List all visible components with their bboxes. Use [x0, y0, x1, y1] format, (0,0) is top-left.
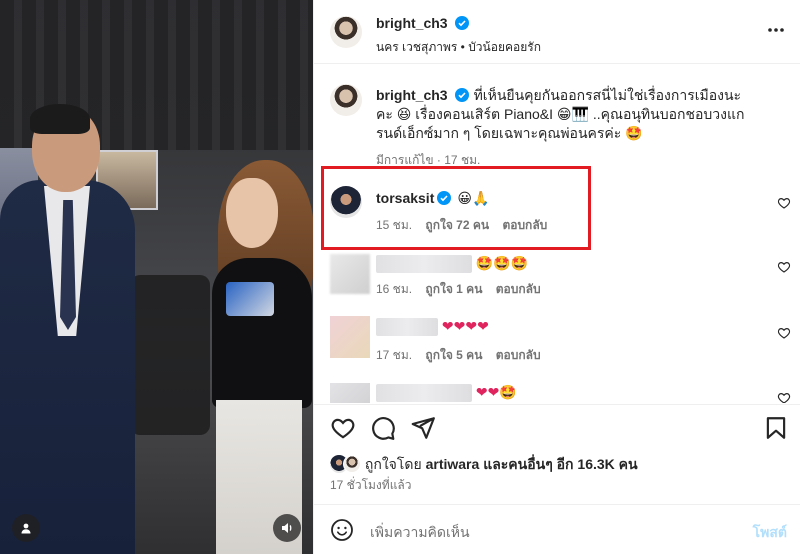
- comment-avatar[interactable]: [330, 254, 370, 294]
- post-media-photo[interactable]: [0, 0, 313, 554]
- author-username[interactable]: bright_ch3: [376, 15, 448, 31]
- comment-item: ❤❤❤❤ 17 ชม. ถูกใจ 5 คน ตอบกลับ: [314, 316, 800, 376]
- shirt-logo: [226, 282, 274, 316]
- author-avatar[interactable]: [330, 16, 362, 48]
- liked-by-summary: ถูกใจโดย artiwara และคนอื่นๆ อีก 16.3K ค…: [330, 454, 638, 476]
- liked-by-user[interactable]: artiwara: [426, 456, 480, 472]
- caption-edited-time: มีการแก้ไข · 17 ชม.: [376, 153, 481, 167]
- comment-item: ❤❤🤩: [314, 383, 800, 403]
- liker-avatar[interactable]: [343, 455, 361, 473]
- verified-badge-icon: [454, 88, 469, 102]
- comment-text: 🤩🤩🤩: [475, 255, 529, 271]
- tagged-users-button[interactable]: [12, 514, 40, 542]
- liked-by-prefix: ถูกใจโดย: [364, 456, 422, 472]
- comment-username[interactable]: torsaksit: [376, 190, 434, 206]
- author-name-row: bright_ch3: [376, 15, 470, 33]
- comment-likes[interactable]: ถูกใจ 72 คน: [425, 218, 489, 232]
- caption-username[interactable]: bright_ch3: [376, 87, 448, 103]
- comment-time: 17 ชม.: [376, 348, 413, 362]
- heart-icon[interactable]: [777, 326, 791, 340]
- more-horizontal-icon[interactable]: [767, 27, 785, 33]
- comment-likes[interactable]: ถูกใจ 1 คน: [425, 282, 482, 296]
- comment-time: 16 ชม.: [376, 282, 413, 296]
- comment-username-blurred[interactable]: [376, 318, 438, 337]
- comment-bubble-icon[interactable]: [370, 415, 396, 441]
- post-timestamp[interactable]: 17 ชั่วโมงที่แล้ว: [330, 476, 412, 495]
- emoji-smiley-icon[interactable]: [330, 518, 354, 542]
- background-chair: [130, 275, 210, 435]
- comment-text: ❤❤🤩: [475, 384, 517, 400]
- comment-avatar[interactable]: [330, 186, 362, 218]
- verified-badge-icon: [455, 16, 470, 30]
- comment-reply-button[interactable]: ตอบกลับ: [502, 218, 547, 232]
- comment-avatar[interactable]: [330, 383, 370, 403]
- heart-icon[interactable]: [777, 391, 791, 403]
- bookmark-icon[interactable]: [763, 415, 789, 441]
- comment-reply-button[interactable]: ตอบกลับ: [496, 348, 541, 362]
- person-woman-face: [226, 178, 278, 248]
- person-man-hair: [30, 104, 90, 134]
- post-caption: bright_ch3 ที่เห็นยืนคุยกันออกรสนี่ไม่ใช…: [376, 86, 756, 143]
- comment-text: 😀🙏: [457, 190, 490, 206]
- post-actions-bar: [314, 404, 800, 446]
- comment-likes[interactable]: ถูกใจ 5 คน: [425, 348, 482, 362]
- post-header: bright_ch3 นคร เวชสุภาพร • บัวน้อยคอยรัก: [314, 0, 800, 64]
- post-comment-button[interactable]: โพสต์: [753, 522, 787, 544]
- post-side-panel: bright_ch3 นคร เวชสุภาพร • บัวน้อยคอยรัก…: [313, 0, 800, 554]
- person-woman-shirt: [212, 258, 312, 408]
- like-heart-icon[interactable]: [330, 415, 356, 441]
- heart-icon[interactable]: [777, 260, 791, 274]
- caption-author-avatar[interactable]: [330, 84, 362, 116]
- comment-time: 15 ชม.: [376, 218, 413, 232]
- liked-by-count[interactable]: อีก 16.3K คน: [557, 456, 638, 472]
- instagram-post-dialog: bright_ch3 นคร เวชสุภาพร • บัวน้อยคอยรัก…: [0, 0, 800, 554]
- comment-text: ❤❤❤❤: [441, 318, 489, 334]
- user-icon: [21, 523, 31, 534]
- comment-item: 🤩🤩🤩 16 ชม. ถูกใจ 1 คน ตอบกลับ: [314, 254, 800, 314]
- comment-reply-button[interactable]: ตอบกลับ: [496, 282, 541, 296]
- comment-avatar[interactable]: [330, 316, 370, 358]
- comment-username-blurred[interactable]: [376, 384, 472, 403]
- comment-item: torsaksit 😀🙏 15 ชม. ถูกใจ 72 คน ตอบกลับ: [314, 184, 800, 244]
- audio-toggle-button[interactable]: [273, 514, 301, 542]
- comment-username-blurred[interactable]: [376, 255, 472, 274]
- heart-icon[interactable]: [777, 196, 791, 210]
- add-comment-bar: เพิ่มความคิดเห็น โพสต์: [314, 504, 800, 554]
- verified-badge-icon: [437, 191, 452, 205]
- add-comment-input[interactable]: เพิ่มความคิดเห็น: [370, 522, 470, 544]
- liked-by-middle: และคนอื่นๆ: [483, 456, 553, 472]
- author-subtitle[interactable]: นคร เวชสุภาพร • บัวน้อยคอยรัก: [376, 38, 541, 57]
- share-send-icon[interactable]: [410, 415, 436, 441]
- speaker-icon: [282, 523, 292, 533]
